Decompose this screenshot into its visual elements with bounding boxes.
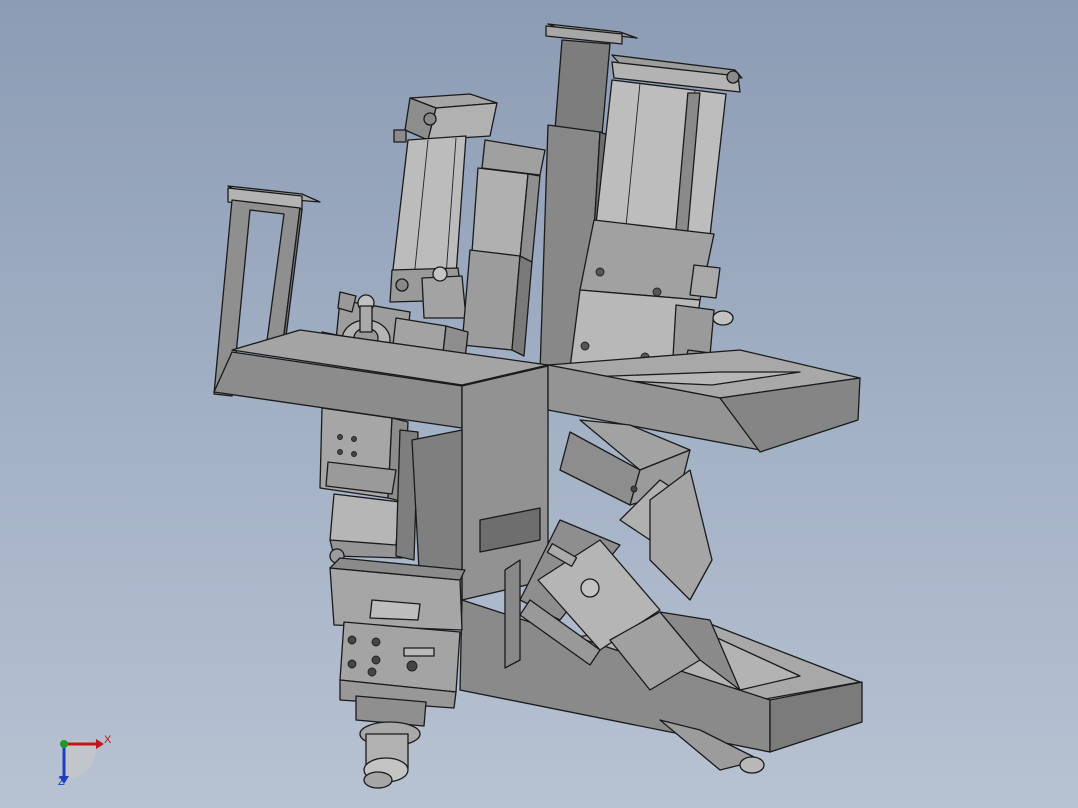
left-lower-slide[interactable] [319, 407, 419, 564]
main-frame[interactable] [213, 329, 863, 753]
assembly-model[interactable] [0, 0, 1078, 808]
gripper-head[interactable] [329, 557, 466, 789]
coordinate-triad [59, 739, 104, 784]
z-axis-label: Z [58, 776, 65, 788]
cad-viewport[interactable]: X Z [0, 0, 1078, 808]
x-axis-label: X [104, 734, 112, 746]
center-guide-block[interactable] [461, 139, 546, 357]
